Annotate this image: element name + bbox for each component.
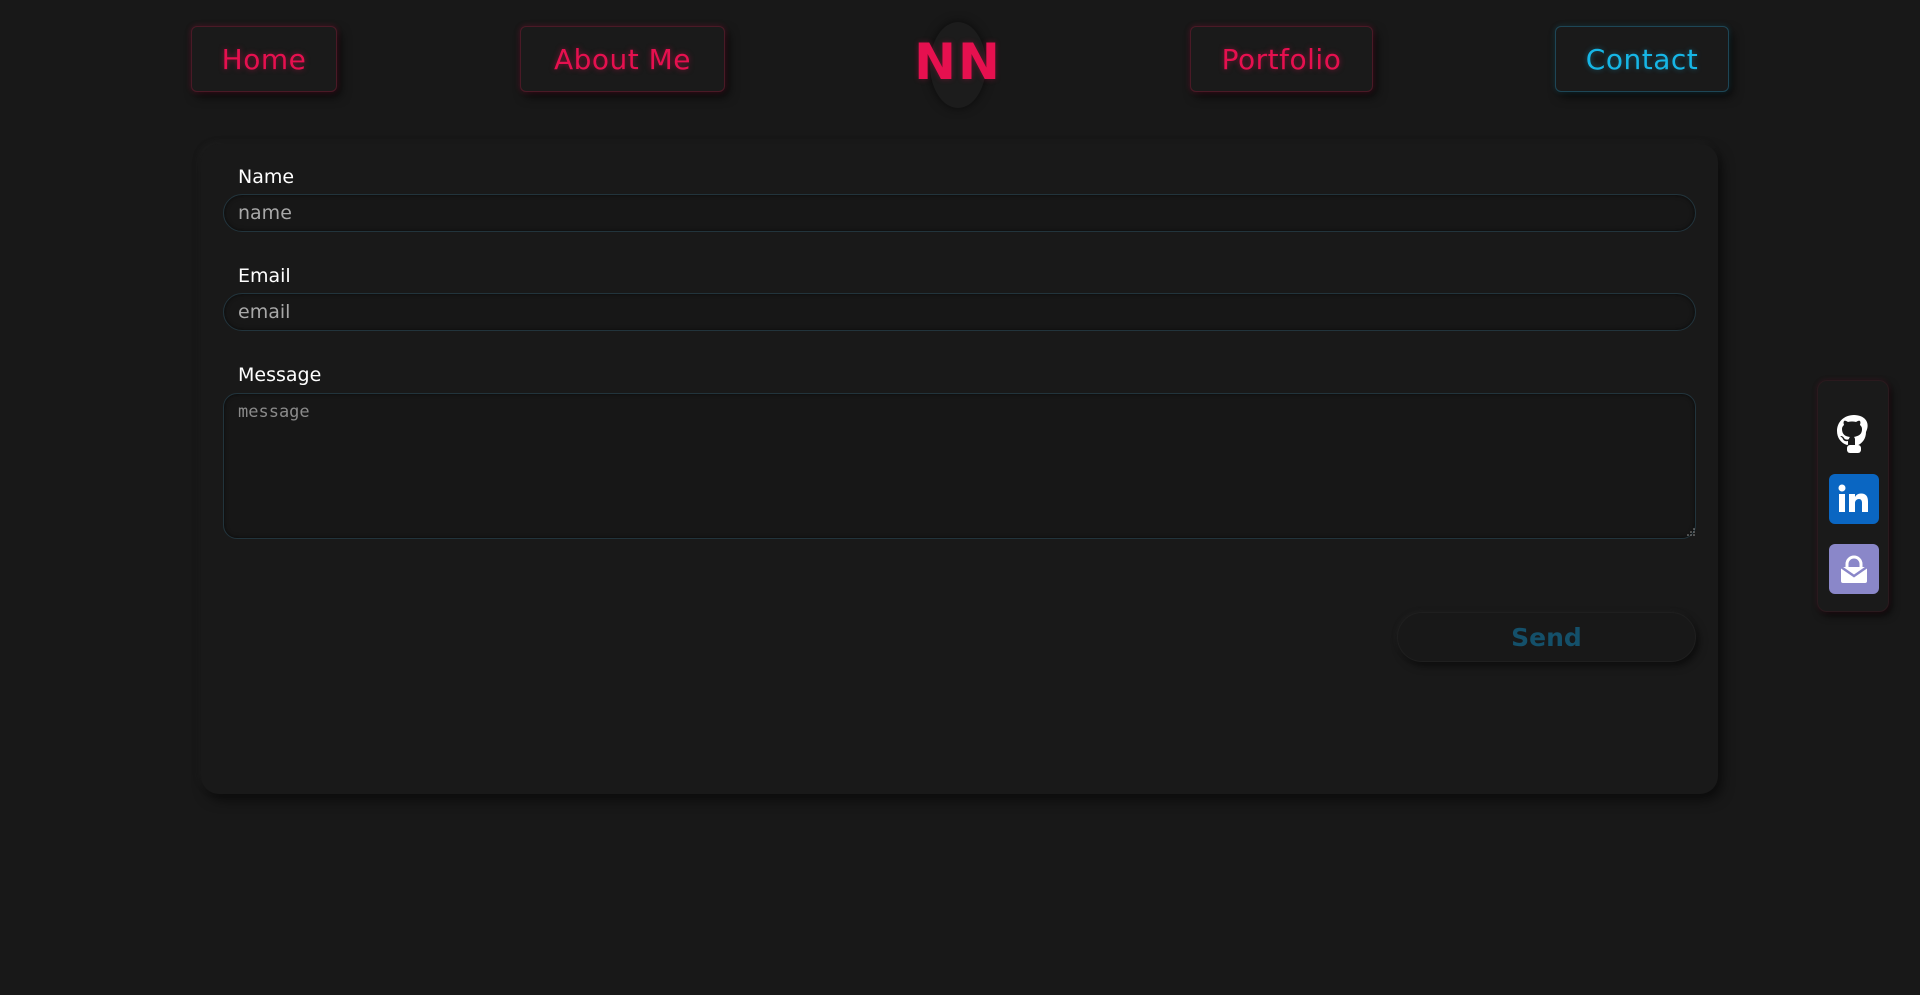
linkedin-link[interactable] — [1829, 474, 1879, 524]
linkedin-icon — [1838, 484, 1868, 512]
protonmail-icon — [1840, 555, 1868, 583]
github-icon — [1837, 415, 1868, 453]
textarea-resize-handle[interactable] — [1687, 528, 1695, 536]
resize-grip-icon — [1687, 528, 1695, 536]
nav-contact-button[interactable]: Contact — [1555, 26, 1729, 92]
send-button[interactable]: Send — [1397, 612, 1696, 662]
nav-home-button[interactable]: Home — [191, 26, 337, 92]
name-label: Name — [238, 166, 295, 188]
name-input[interactable] — [223, 194, 1696, 232]
message-textarea[interactable] — [223, 393, 1696, 539]
site-logo[interactable]: NN — [908, 18, 1008, 108]
message-label: Message — [238, 364, 322, 386]
social-links-sidebar — [1817, 380, 1889, 612]
nav-home-label: Home — [221, 42, 307, 76]
contact-page: Home About Me NN Portfolio Contact Name … — [0, 0, 1920, 995]
nav-portfolio-button[interactable]: Portfolio — [1190, 26, 1373, 92]
contact-form-card: Name Email Message Send — [201, 144, 1718, 794]
email-label: Email — [238, 265, 291, 287]
nav-about-button[interactable]: About Me — [520, 26, 725, 92]
logo-text: NN — [914, 33, 1002, 91]
email-input[interactable] — [223, 293, 1696, 331]
nav-portfolio-label: Portfolio — [1221, 42, 1342, 76]
send-button-label: Send — [1511, 622, 1582, 652]
nav-about-label: About Me — [553, 42, 692, 76]
github-link[interactable] — [1829, 409, 1879, 459]
protonmail-link[interactable] — [1829, 544, 1879, 594]
nav-contact-label: Contact — [1585, 42, 1699, 76]
